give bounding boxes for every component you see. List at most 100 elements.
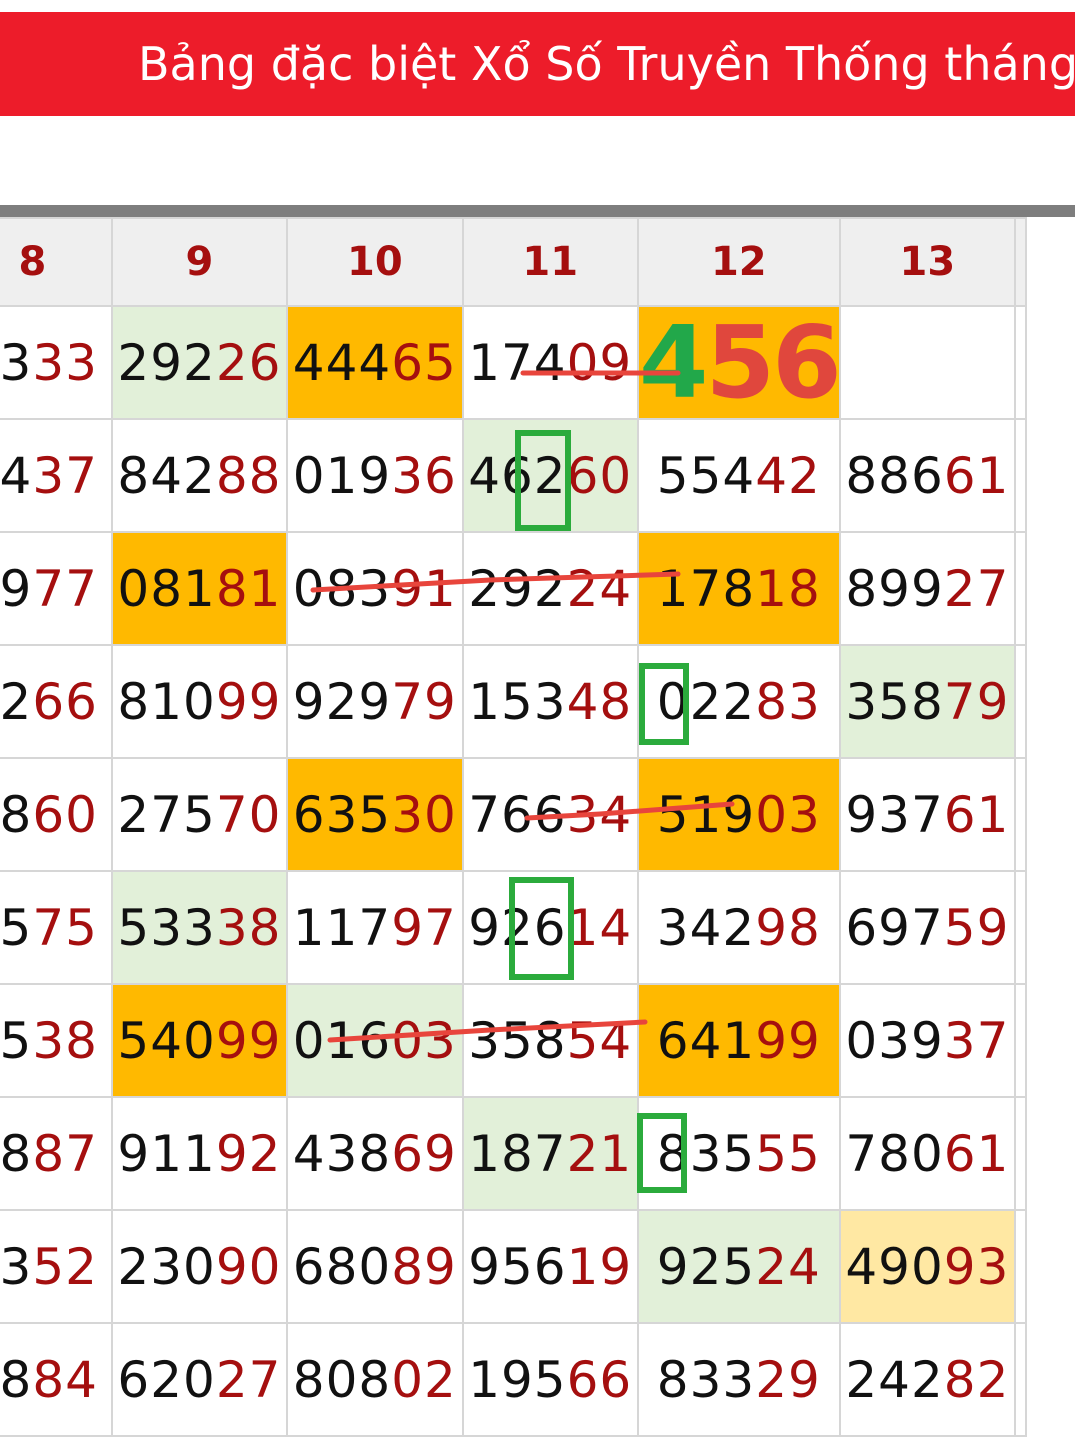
number-tail: 18 <box>755 559 821 618</box>
number-head: 174 <box>468 333 567 392</box>
number-head: 275 <box>117 785 216 844</box>
number-head: 766 <box>468 785 567 844</box>
number-tail: 70 <box>215 785 282 844</box>
number-head: 833 <box>656 1350 756 1409</box>
result-cell: 55442 <box>636 418 841 533</box>
result-cell: 95619 <box>461 1209 639 1324</box>
result-cell: 29224 <box>461 531 639 646</box>
number-tail: 03 <box>755 785 821 844</box>
number-tail: 83 <box>755 672 821 731</box>
number-head: 808 <box>292 1350 392 1409</box>
number-head: 438 <box>292 1124 392 1183</box>
number-head: 899 <box>845 559 944 618</box>
number-head: 780 <box>845 1124 944 1183</box>
result-cell <box>1014 757 1027 872</box>
number-head: 019 <box>292 446 392 505</box>
result-cell: 11797 <box>286 870 464 985</box>
number-tail: 90 <box>215 1237 282 1296</box>
number-head: 230 <box>117 1237 216 1296</box>
number-tail: 55 <box>755 1124 821 1183</box>
result-cell: 81099 <box>110 644 289 759</box>
number-tail: 82 <box>943 1350 1010 1409</box>
number-head: 89 <box>0 559 33 618</box>
number-tail: 38 <box>215 898 282 957</box>
result-cell: 46260 <box>461 418 639 533</box>
number-head: 33 <box>0 333 33 392</box>
result-cell: 49093 <box>838 1209 1017 1324</box>
number-head: 519 <box>656 785 756 844</box>
number-head: 929 <box>292 672 392 731</box>
result-cell: 08181 <box>110 531 289 646</box>
result-cell: 15348 <box>461 644 639 759</box>
number-tail: 03 <box>391 1011 457 1070</box>
number-tail: 77 <box>32 559 98 618</box>
number-tail: 93 <box>943 1237 1010 1296</box>
number-head: 083 <box>292 559 392 618</box>
result-cell: 64199 <box>636 983 841 1098</box>
number-head: 153 <box>468 672 567 731</box>
number-head: 178 <box>656 559 756 618</box>
number-head: 081 <box>117 559 216 618</box>
number-head: 34 <box>0 446 33 505</box>
number-tail: 69 <box>391 1124 457 1183</box>
number-head: 641 <box>656 1011 756 1070</box>
result-cell: 3437 <box>0 418 113 533</box>
result-cell: 02283 <box>636 644 841 759</box>
page-title: Bảng đặc biệt Xổ Số Truyền Thống tháng <box>138 37 1075 91</box>
result-cell: 92614 <box>461 870 639 985</box>
result-cell: 6860 <box>0 757 113 872</box>
result-cell: 17409 <box>461 305 639 420</box>
result-cell: 23090 <box>110 1209 289 1324</box>
number-tail: 34 <box>566 785 633 844</box>
number-tail: 29 <box>755 1350 821 1409</box>
number-head: 620 <box>117 1350 216 1409</box>
table-row: 15755333811797926143429869759 <box>0 870 1027 985</box>
result-cell: 43869 <box>286 1096 464 1211</box>
result-cell <box>1014 1096 1027 1211</box>
number-head: 842 <box>117 446 216 505</box>
number-tail: 48 <box>566 672 633 731</box>
column-header: 10 <box>286 217 464 307</box>
number-head: 490 <box>845 1237 944 1296</box>
result-cell: 53338 <box>110 870 289 985</box>
result-cell: 69759 <box>838 870 1017 985</box>
result-cell: 2266 <box>0 644 113 759</box>
result-cell: 44465 <box>286 305 464 420</box>
number-head: 039 <box>845 1011 944 1070</box>
number-tail: 81 <box>215 559 282 618</box>
result-cell: 08391 <box>286 531 464 646</box>
column-header <box>1014 217 1027 307</box>
result-cell: 18721 <box>461 1096 639 1211</box>
number-head: 022 <box>656 672 756 731</box>
number-head: 15 <box>0 898 33 957</box>
number-head: 22 <box>0 672 33 731</box>
result-cell: 6884 <box>0 1322 113 1437</box>
result-cell <box>838 305 1017 420</box>
number-tail: 59 <box>943 898 1010 957</box>
table-header-row: 8 9 10 11 12 13 <box>0 217 1027 307</box>
number-head: 292 <box>117 333 216 392</box>
result-cell: 03937 <box>838 983 1017 1098</box>
number-head: 68 <box>0 1350 33 1409</box>
number-head: 886 <box>845 446 944 505</box>
result-cell: 35879 <box>838 644 1017 759</box>
result-cell: 83329 <box>636 1322 841 1437</box>
number-tail: 60 <box>566 446 633 505</box>
number-head: 444 <box>292 333 392 392</box>
special-number-rest: 56 <box>705 306 839 419</box>
result-cell: 51903 <box>636 757 841 872</box>
table-row: 33522309068089956199252449093 <box>0 1209 1027 1324</box>
result-cell: 8977 <box>0 531 113 646</box>
number-tail: 92 <box>215 1124 282 1183</box>
table-top-bar <box>0 205 1075 217</box>
number-head: 540 <box>117 1011 216 1070</box>
number-tail: 14 <box>566 898 633 957</box>
number-head: 635 <box>292 785 392 844</box>
result-cell: 01936 <box>286 418 464 533</box>
result-cell <box>1014 305 1027 420</box>
result-cell <box>1014 531 1027 646</box>
result-cell: 9887 <box>0 1096 113 1211</box>
result-cell: 29226 <box>110 305 289 420</box>
number-tail: 66 <box>566 1350 633 1409</box>
number-tail: 30 <box>391 785 457 844</box>
